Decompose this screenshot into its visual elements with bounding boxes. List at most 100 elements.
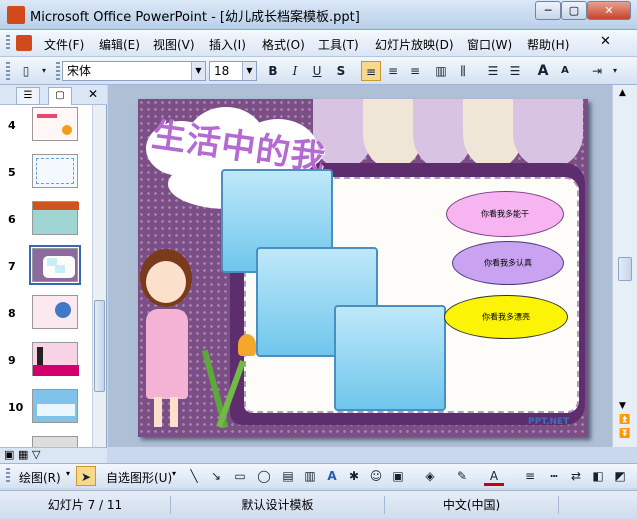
slide-thumbnail[interactable]	[32, 389, 78, 423]
arrow-icon[interactable]: ↘	[206, 466, 226, 486]
slide-thumb-item[interactable]: 10	[0, 389, 92, 429]
document-icon[interactable]	[16, 35, 32, 51]
align-right-icon[interactable]: ≡	[405, 61, 425, 81]
menu-grip[interactable]	[6, 35, 10, 51]
scrollbar-thumb[interactable]	[94, 300, 105, 392]
close-button[interactable]: ✕	[587, 1, 631, 20]
close-pane-icon[interactable]: ✕	[88, 87, 98, 101]
slide-thumb-item[interactable]: 8	[0, 295, 92, 335]
underline-button[interactable]: U	[307, 61, 327, 81]
draw-menu-button[interactable]: 绘图(R)	[19, 469, 61, 486]
editor-vertical-scrollbar[interactable]: ▲ ▼ ⏫ ⏬	[612, 85, 637, 447]
toolbar-grip-2[interactable]	[56, 62, 60, 80]
menu-edit[interactable]: 编辑(E)	[99, 36, 140, 53]
slide-thumbnail[interactable]	[32, 436, 78, 447]
speech-bubble-purple[interactable]: 你看我多认真	[452, 241, 564, 285]
chevron-down-icon[interactable]: ▼	[191, 62, 205, 80]
shrink-font-button[interactable]: A	[555, 61, 575, 81]
textbox-icon[interactable]: ▤	[278, 466, 298, 486]
slide-thumb-item[interactable]	[0, 436, 92, 447]
speech-bubble-yellow[interactable]: 你看我多漂亮	[444, 295, 568, 339]
status-design-template: 默认设计模板	[170, 496, 384, 514]
align-center-icon[interactable]: ≡	[383, 61, 403, 81]
chevron-down-icon[interactable]: ▾	[66, 469, 70, 478]
select-pointer-icon[interactable]: ➤	[76, 466, 96, 486]
menu-file[interactable]: 文件(F)	[44, 36, 84, 53]
draw-toolbar-grip[interactable]	[6, 468, 10, 484]
menu-format[interactable]: 格式(O)	[262, 36, 305, 53]
new-document-icon[interactable]: ▯	[16, 61, 36, 81]
sorter-view-icon[interactable]: ▦	[18, 448, 28, 461]
speech-bubble-pink[interactable]: 你看我多能干	[446, 191, 564, 237]
menu-help[interactable]: 帮助(H)	[527, 36, 569, 53]
wordart-icon[interactable]: A	[322, 466, 342, 486]
shadow-button[interactable]: S	[331, 61, 351, 81]
slide-thumb-item[interactable]: 6	[0, 201, 92, 241]
menu-window[interactable]: 窗口(W)	[467, 36, 512, 53]
arrow-style-icon[interactable]: ⇄	[566, 466, 586, 486]
shadow-style-icon[interactable]: ◧	[588, 466, 608, 486]
menu-tools[interactable]: 工具(T)	[318, 36, 359, 53]
slide-thumbnail[interactable]	[32, 107, 78, 141]
slide-thumb-item[interactable]: 9	[0, 342, 92, 382]
italic-button[interactable]: I	[285, 61, 305, 81]
bulleted-list-icon[interactable]: ☰	[505, 61, 525, 81]
minimize-button[interactable]: ─	[535, 1, 561, 20]
vertical-textbox-icon[interactable]: ▥	[300, 466, 320, 486]
slide-thumb-item[interactable]: 4	[0, 107, 92, 147]
scroll-up-icon[interactable]: ▲	[619, 88, 626, 98]
bold-button[interactable]: B	[263, 61, 283, 81]
numbered-list-icon[interactable]: ☰	[483, 61, 503, 81]
justify-icon[interactable]: ▥	[431, 61, 451, 81]
font-color-icon[interactable]: A	[484, 466, 504, 486]
oval-icon[interactable]: ◯	[254, 466, 274, 486]
fill-color-icon[interactable]: ◈	[420, 466, 440, 486]
line-icon[interactable]: ╲	[184, 466, 204, 486]
distribute-icon[interactable]: ⫼	[453, 61, 473, 81]
line-style-icon[interactable]: ≡	[520, 466, 540, 486]
slide-thumbnail[interactable]	[32, 201, 79, 235]
tab-slides[interactable]: ▢	[48, 87, 72, 105]
rectangle-icon[interactable]: ▭	[230, 466, 250, 486]
slide-thumbnail[interactable]	[32, 342, 79, 376]
chevron-down-icon[interactable]: ▾	[172, 469, 176, 478]
dash-style-icon[interactable]: ┅	[544, 466, 564, 486]
diagram-icon[interactable]: ✱	[344, 466, 364, 486]
restore-button[interactable]: ▢	[561, 1, 587, 20]
scrollbar-thumb[interactable]	[618, 257, 632, 281]
font-size-combo[interactable]: 18 ▼	[209, 61, 257, 81]
status-language: 中文(中国)	[384, 496, 558, 514]
font-name-combo[interactable]: 宋体 ▼	[62, 61, 206, 81]
previous-slide-icon[interactable]: ⏫	[619, 415, 630, 425]
scroll-down-icon[interactable]: ▼	[619, 401, 626, 411]
normal-view-icon[interactable]: ▣	[4, 448, 14, 461]
powerpoint-app-icon[interactable]	[7, 6, 25, 24]
3d-style-icon[interactable]: ◩	[610, 466, 630, 486]
clipart-icon[interactable]: ☺	[366, 466, 386, 486]
menu-insert[interactable]: 插入(I)	[209, 36, 246, 53]
toolbar-grip[interactable]	[6, 62, 10, 80]
menu-slideshow[interactable]: 幻灯片放映(D)	[375, 36, 454, 53]
indent-icon[interactable]: ⇥	[587, 61, 607, 81]
slideshow-view-icon[interactable]: ▽	[32, 448, 40, 461]
slide-thumbnail[interactable]	[32, 154, 78, 188]
toolbar-more-chevron-icon[interactable]: ▾	[609, 61, 621, 81]
line-color-icon[interactable]: ✎	[452, 466, 472, 486]
toolbar-options-chevron-icon[interactable]: ▾	[38, 61, 50, 81]
slide-thumb-item-selected[interactable]: 7	[0, 245, 92, 288]
autoshapes-button[interactable]: 自选图形(U)	[106, 469, 172, 486]
grow-font-button[interactable]: A	[533, 61, 553, 81]
current-slide[interactable]: 生活中的我 你看我多能干 你看我多认真 你看我多漂亮 PPT.NET	[138, 99, 588, 437]
close-document-icon[interactable]: ✕	[600, 34, 611, 49]
photo-placeholder[interactable]	[334, 305, 446, 411]
slide-pane-scrollbar[interactable]	[92, 105, 106, 447]
picture-icon[interactable]: ▣	[388, 466, 408, 486]
align-left-icon[interactable]: ≡	[361, 61, 381, 81]
chevron-down-icon[interactable]: ▼	[242, 62, 256, 80]
next-slide-icon[interactable]: ⏬	[619, 429, 630, 439]
tab-outline[interactable]: ☰	[16, 87, 40, 105]
slide-thumb-item[interactable]: 5	[0, 154, 92, 194]
menu-view[interactable]: 视图(V)	[153, 36, 195, 53]
slide-thumbnail[interactable]	[32, 295, 78, 329]
slide-thumbnail[interactable]	[29, 245, 81, 285]
